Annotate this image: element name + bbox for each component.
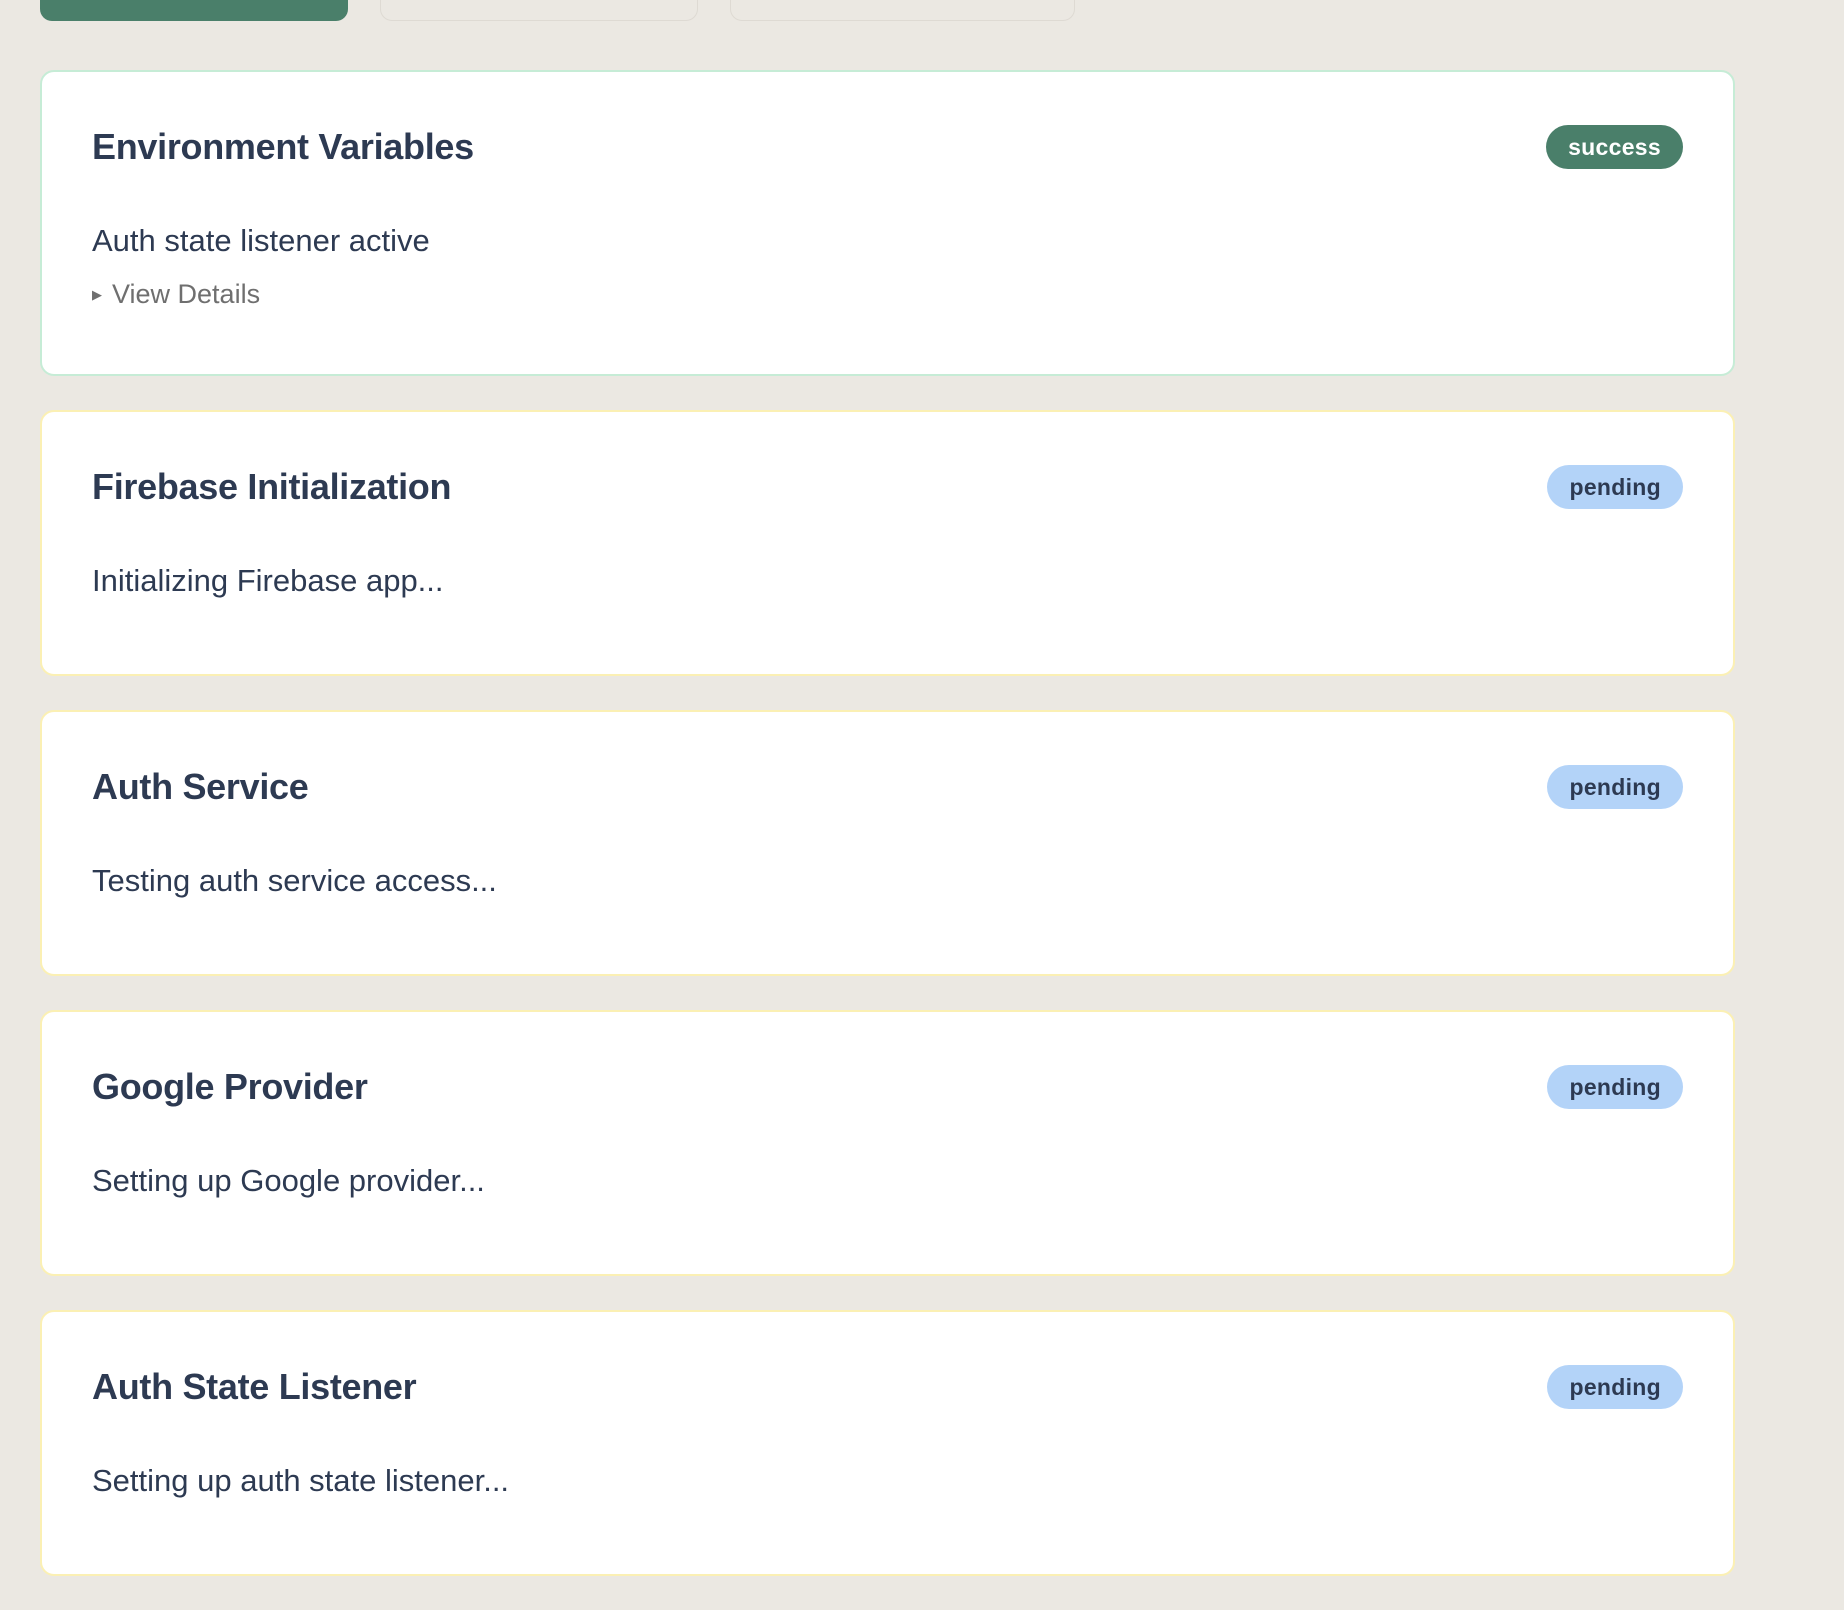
card-message: Initializing Firebase app...: [92, 563, 444, 598]
card-message: Setting up Google provider...: [92, 1163, 485, 1198]
card-header: Environment Variables success: [92, 72, 1683, 169]
card-title: Environment Variables: [92, 126, 474, 167]
view-details-toggle[interactable]: ▶ View Details: [92, 279, 260, 310]
card-header: Auth State Listener pending: [92, 1312, 1683, 1409]
check-card-firebase-initialization: Firebase Initialization pending Initiali…: [40, 410, 1735, 676]
primary-tab-button[interactable]: [40, 0, 348, 21]
check-card-google-provider: Google Provider pending Setting up Googl…: [40, 1010, 1735, 1276]
check-card-auth-state-listener: Auth State Listener pending Setting up a…: [40, 1310, 1735, 1576]
check-card-auth-service: Auth Service pending Testing auth servic…: [40, 710, 1735, 976]
tertiary-tab-button[interactable]: [730, 0, 1075, 21]
card-message: Auth state listener active: [92, 223, 430, 258]
card-header: Google Provider pending: [92, 1012, 1683, 1109]
card-header: Auth Service pending: [92, 712, 1683, 809]
card-message: Testing auth service access...: [92, 863, 497, 898]
card-title: Auth State Listener: [92, 1366, 417, 1407]
card-title: Auth Service: [92, 766, 309, 807]
status-badge: pending: [1547, 1365, 1683, 1409]
card-header: Firebase Initialization pending: [92, 412, 1683, 509]
card-title: Google Provider: [92, 1066, 368, 1107]
status-badge: pending: [1547, 1065, 1683, 1109]
card-message: Setting up auth state listener...: [92, 1463, 510, 1498]
status-badge: success: [1546, 125, 1683, 169]
status-badge: pending: [1547, 765, 1683, 809]
status-badge: pending: [1547, 465, 1683, 509]
triangle-right-icon: ▶: [92, 286, 102, 302]
secondary-tab-button[interactable]: [380, 0, 698, 21]
view-details-label: View Details: [112, 279, 261, 309]
check-card-environment-variables: Environment Variables success Auth state…: [40, 70, 1735, 376]
check-list: Environment Variables success Auth state…: [40, 70, 1735, 1610]
card-title: Firebase Initialization: [92, 466, 452, 507]
